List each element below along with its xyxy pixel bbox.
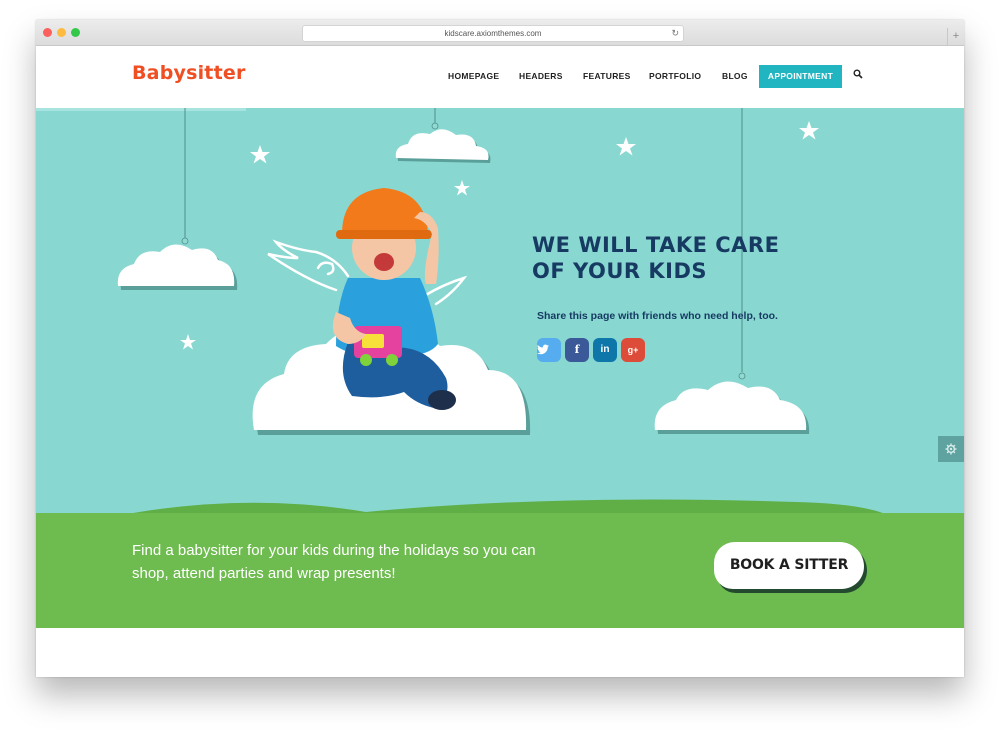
string-knot [431,122,439,130]
facebook-icon: f [574,343,580,356]
settings-panel-toggle[interactable] [938,436,964,462]
site-header: Babysitter HOMEPAGE HEADERS FEATURES POR… [36,46,964,108]
nav-item-blog[interactable]: BLOG [722,71,748,81]
site-logo[interactable]: Babysitter [132,62,246,84]
hero-headline: WE WILL TAKE CARE OF YOUR KIDS [532,232,779,284]
close-window-button[interactable] [43,28,52,37]
linkedin-icon: in [600,344,610,355]
promo-text: Find a babysitter for your kids during t… [132,542,536,582]
star-icon [250,145,270,164]
address-bar-url: kidscare.axiomthemes.com [444,29,542,38]
facebook-share-button[interactable]: f [565,338,589,362]
book-sitter-button[interactable]: BOOK A SITTER [714,542,864,589]
google-plus-share-button[interactable]: g+ [621,338,645,362]
star-icon [799,121,819,140]
reload-icon[interactable]: ↻ [671,26,679,41]
appointment-button[interactable]: APPOINTMENT [759,65,842,88]
minimize-window-button[interactable] [57,28,66,37]
star-icon [180,334,196,350]
address-bar[interactable]: kidscare.axiomthemes.com ↻ [302,25,684,42]
string-knot [738,372,746,380]
maximize-window-button[interactable] [71,28,80,37]
twitter-icon [537,344,549,355]
linkedin-share-button[interactable]: in [593,338,617,362]
promo-band: Find a babysitter for your kids during t… [36,513,964,628]
string-knot [181,237,189,245]
child-illustration [332,188,456,410]
nav-item-headers[interactable]: HEADERS [519,71,563,81]
nav-item-portfolio[interactable]: PORTFOLIO [649,71,701,81]
cloud-icon [654,381,810,434]
cloud-icon [117,244,238,290]
hero-headline-line2: OF YOUR KIDS [532,259,707,283]
new-tab-icon[interactable]: + [947,28,964,45]
share-text: Share this page with friends who need he… [537,310,778,322]
hero-section: WE WILL TAKE CARE OF YOUR KIDS Share thi… [36,108,964,513]
hero-top-strip [36,108,246,111]
nav-item-homepage[interactable]: HOMEPAGE [448,71,499,81]
browser-toolbar: kidscare.axiomthemes.com ↻ + [36,20,964,46]
gear-icon [945,443,957,455]
hero-illustration [36,108,819,435]
browser-window: kidscare.axiomthemes.com ↻ + Babysitter … [36,20,964,677]
star-icon [616,137,636,156]
google-plus-icon: g+ [627,345,639,355]
nav-item-features[interactable]: FEATURES [583,71,631,81]
star-icon [454,180,470,196]
search-icon[interactable] [853,69,863,79]
cloud-icon [395,129,491,163]
twitter-share-button[interactable] [537,338,561,362]
hero-headline-line1: WE WILL TAKE CARE [532,233,780,257]
